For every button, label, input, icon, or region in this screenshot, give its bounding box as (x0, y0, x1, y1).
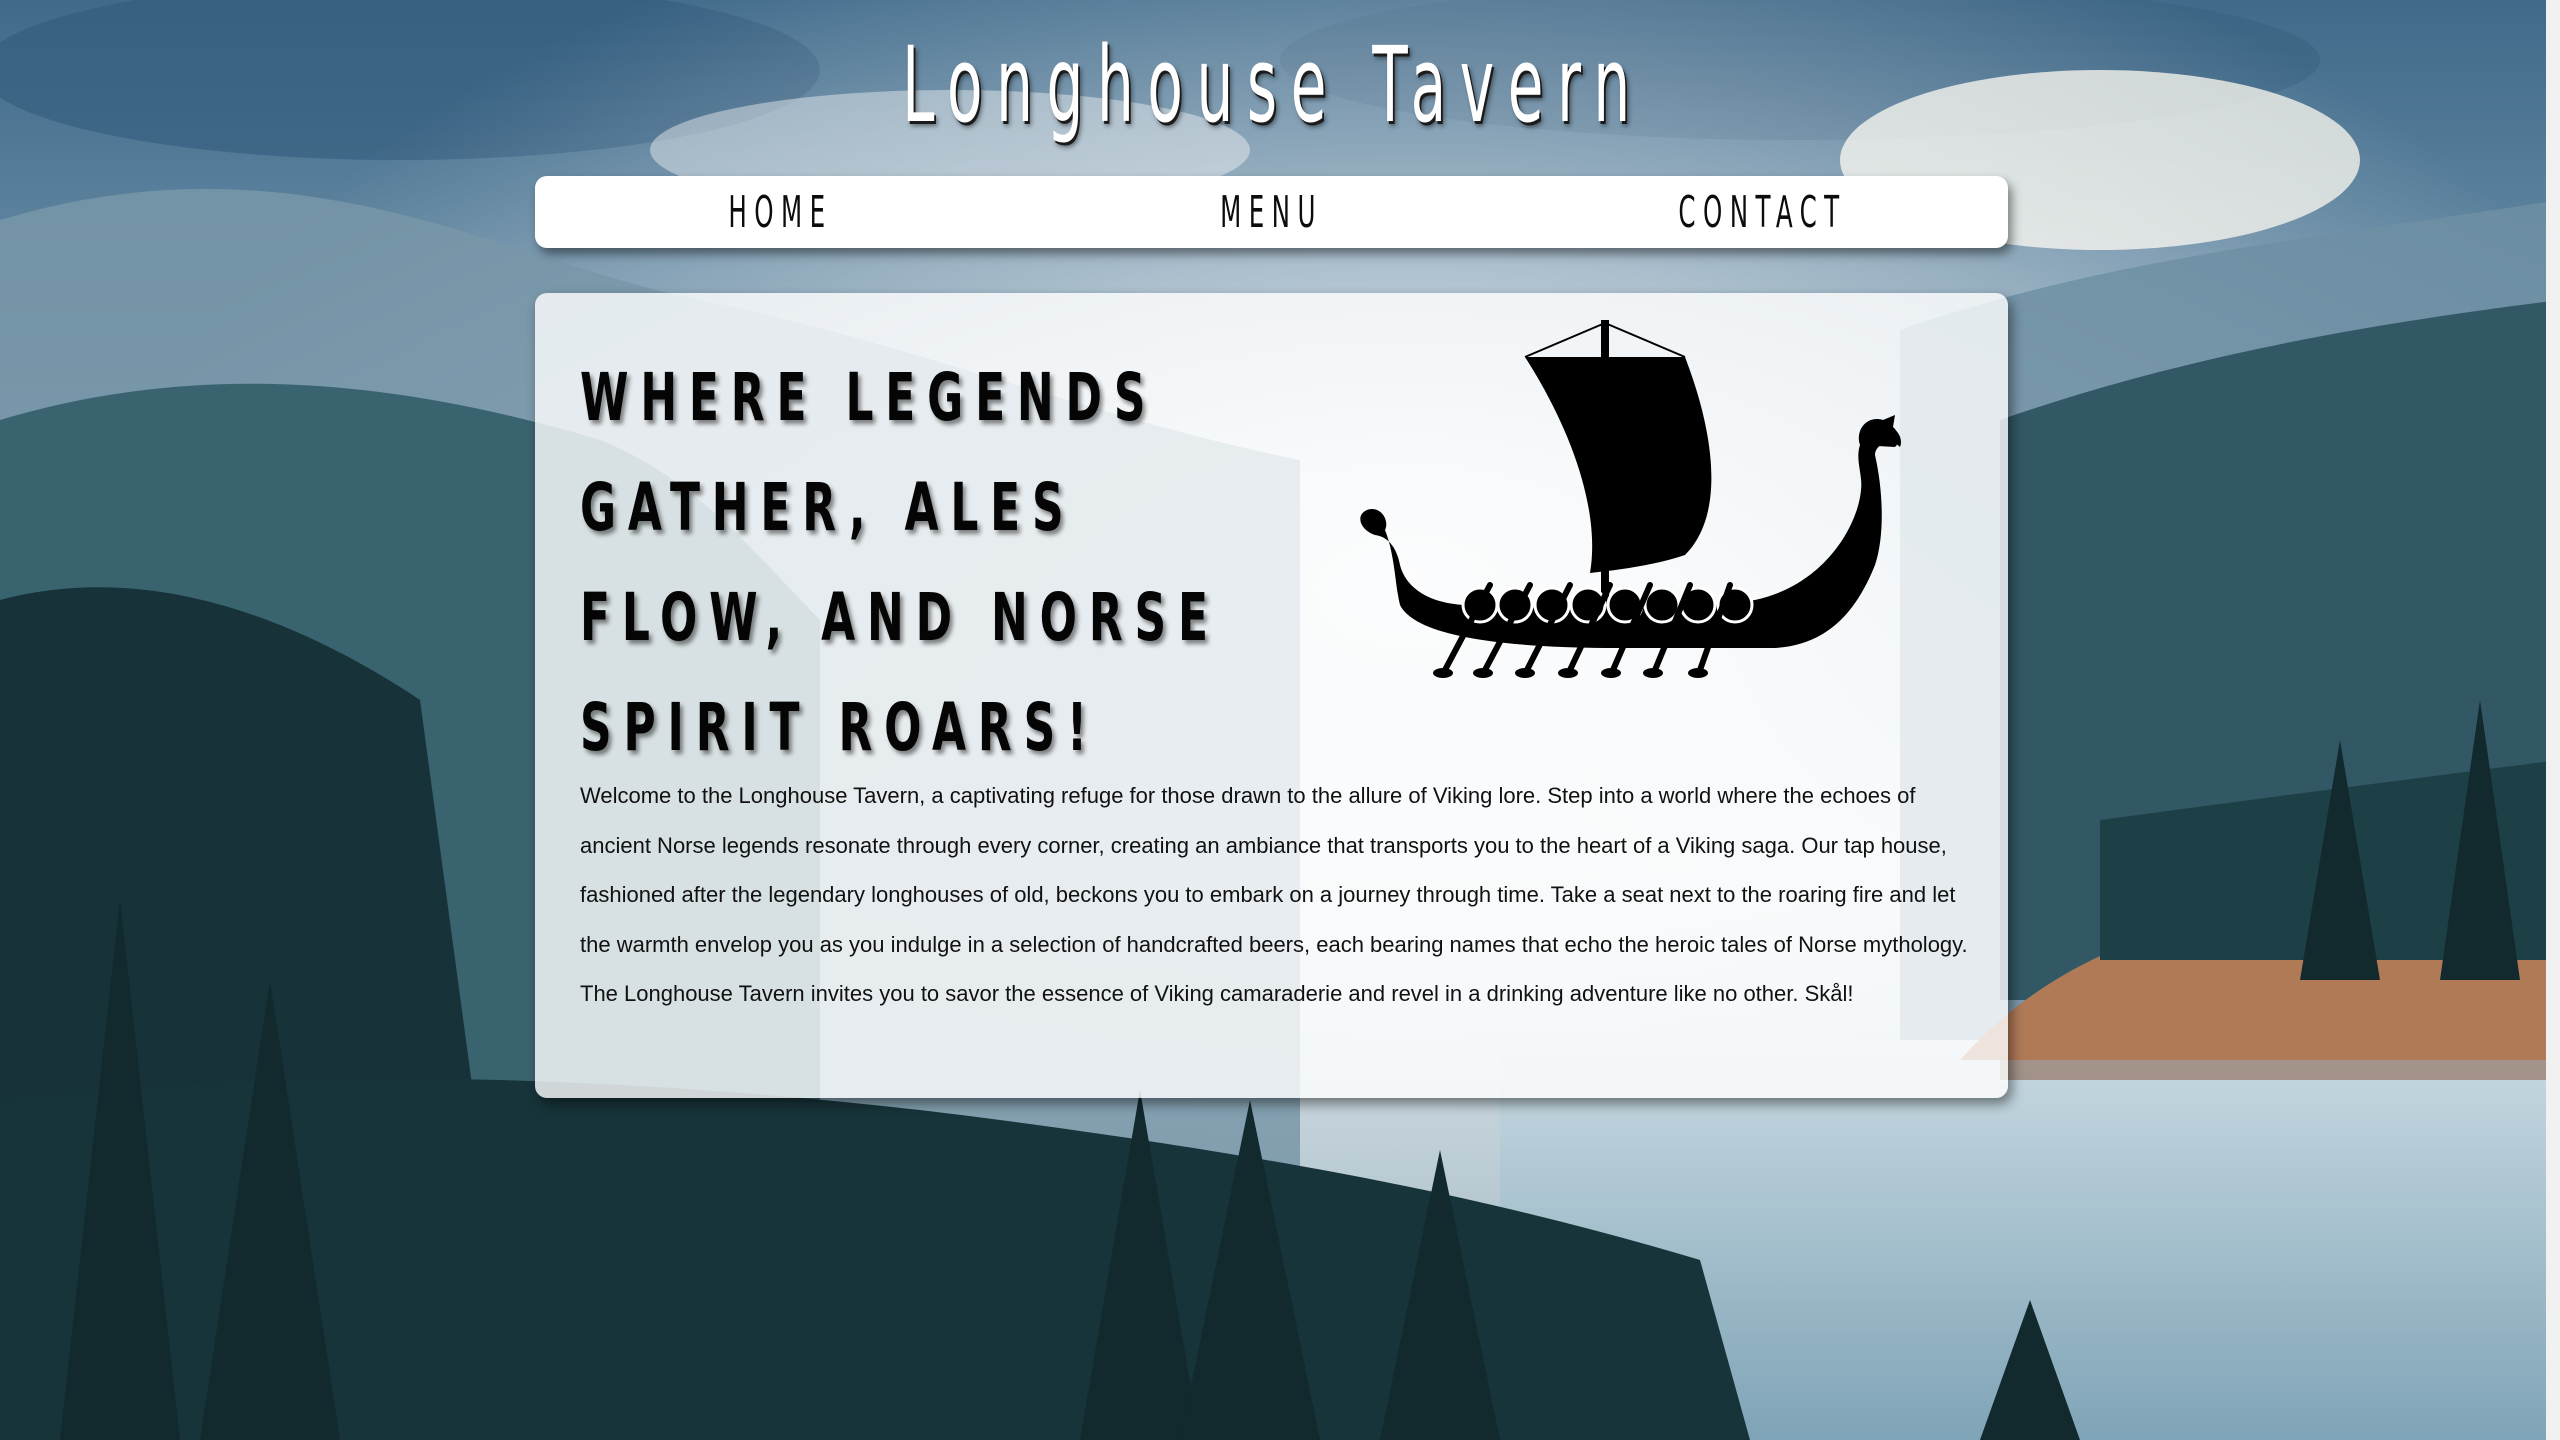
nav-item-contact[interactable]: Contact (1610, 187, 1914, 238)
nav-item-menu[interactable]: Menu (1119, 187, 1423, 238)
welcome-paragraph: Welcome to the Longhouse Tavern, a capti… (580, 783, 1968, 1006)
viking-longship-icon (1360, 320, 1901, 678)
site-title: Longhouse Tavern (902, 24, 1644, 146)
main-nav: Home Menu Contact (535, 176, 2008, 248)
content-card: Where legends gather, ales flow, and Nor… (535, 293, 2008, 1098)
hero-tagline-text: Where legends gather, ales flow, and Nor… (580, 359, 1220, 766)
nav-item-home[interactable]: Home (628, 187, 932, 238)
hero-tagline: Where legends gather, ales flow, and Nor… (580, 343, 1208, 783)
scrollbar[interactable] (2546, 0, 2560, 1440)
